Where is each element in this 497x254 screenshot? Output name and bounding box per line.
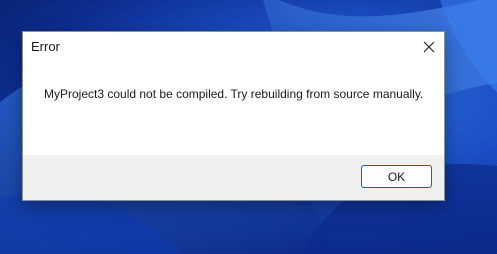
dialog-title: Error <box>31 39 60 54</box>
close-button[interactable] <box>414 32 444 61</box>
dialog-footer: OK <box>23 155 444 200</box>
error-message: MyProject3 could not be compiled. Try re… <box>44 87 424 101</box>
dialog-content: MyProject3 could not be compiled. Try re… <box>23 61 444 155</box>
close-icon <box>423 41 435 52</box>
dialog-titlebar[interactable]: Error <box>23 32 444 61</box>
error-dialog: Error MyProject3 could not be compiled. … <box>22 31 445 201</box>
ok-button[interactable]: OK <box>361 165 432 188</box>
